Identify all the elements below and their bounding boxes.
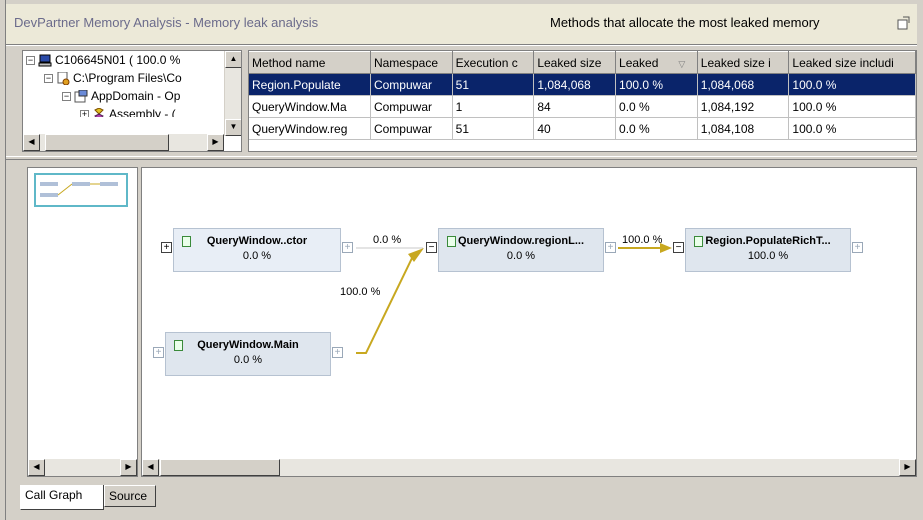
- column-header-method-name[interactable]: Method name: [249, 51, 371, 74]
- table-row[interactable]: Region.Populate Compuwar 51 1,084,068 100.0 …: [249, 73, 916, 96]
- table-row[interactable]: QueryWindow.reg Compuwar 51 40 0.0 % 1,084,10…: [249, 117, 916, 140]
- table-cell: 100.0 %: [788, 73, 916, 96]
- table-cell: 100.0 %: [788, 95, 916, 118]
- tree-vertical-scrollbar[interactable]: ▲ ▼: [224, 51, 241, 136]
- scroll-up-icon[interactable]: ▲: [225, 51, 241, 68]
- graph-node-populate[interactable]: Region.PopulateRichT... 100.0 %: [685, 228, 851, 272]
- tab-call-graph[interactable]: Call Graph: [20, 485, 104, 510]
- column-header-leaked-size-incl[interactable]: Leaked size i: [697, 51, 790, 74]
- collapse-icon[interactable]: −: [26, 56, 35, 66]
- document-gear-icon: [57, 72, 70, 86]
- expand-callees-icon[interactable]: +: [332, 347, 343, 358]
- graph-node-regionl[interactable]: QueryWindow.regionL... 0.0 %: [438, 228, 604, 272]
- splitter[interactable]: [6, 156, 917, 160]
- scroll-right-icon[interactable]: ▶: [207, 134, 224, 151]
- table-cell: 100.0 %: [788, 117, 916, 140]
- table-cell: Region.Populate: [249, 73, 371, 96]
- table-cell: 40: [533, 117, 617, 140]
- graph-overview-pane[interactable]: ◀ ▶: [27, 167, 138, 477]
- graph-horizontal-scrollbar[interactable]: ◀ ▶: [142, 459, 916, 476]
- pin-icon[interactable]: [897, 16, 911, 30]
- tab-source[interactable]: Source: [104, 485, 156, 507]
- process-tree[interactable]: − C106645N01 ( 100.0 % − C:\Program Files\…: [22, 50, 242, 152]
- tree-item-process[interactable]: − C106645N01 ( 100.0 %: [26, 53, 180, 71]
- overview-thumbnail[interactable]: [34, 173, 128, 207]
- collapse-callers-icon[interactable]: −: [426, 242, 437, 253]
- left-border: [0, 0, 6, 520]
- table-cell: QueryWindow.reg: [249, 117, 371, 140]
- table-cell: 100.0 %: [615, 73, 698, 96]
- collapse-icon[interactable]: −: [44, 74, 53, 84]
- overview-horizontal-scrollbar[interactable]: ◀ ▶: [28, 459, 137, 476]
- table-cell: 51: [452, 73, 535, 96]
- sort-descending-icon: ▽: [678, 58, 686, 69]
- scroll-left-icon[interactable]: ◀: [142, 459, 159, 476]
- table-cell: 1,084,068: [533, 73, 617, 96]
- table-row[interactable]: QueryWindow.Ma Compuwar 1 84 0.0 % 1,084,192 1…: [249, 95, 916, 118]
- scroll-left-icon[interactable]: ◀: [28, 459, 45, 476]
- tree-item-assembly[interactable]: + Assembly - (: [80, 107, 176, 117]
- edge-label-ctor: 0.0 %: [373, 234, 402, 246]
- header-bar: DevPartner Memory Analysis - Memory leak…: [6, 4, 917, 44]
- scroll-left-icon[interactable]: ◀: [23, 134, 40, 151]
- edge-label-main: 100.0 %: [340, 286, 381, 298]
- collapse-callers-icon[interactable]: −: [673, 242, 684, 253]
- collapse-icon[interactable]: −: [62, 92, 71, 102]
- call-graph-canvas[interactable]: 0.0 % 100.0 % 100.0 % + QueryWindow..cto…: [141, 167, 917, 477]
- scroll-thumb[interactable]: [160, 459, 280, 476]
- call-graph-edges: [356, 243, 672, 354]
- appdomain-icon: [74, 90, 88, 103]
- computer-icon: [38, 54, 52, 67]
- table-cell: 1,084,108: [697, 117, 790, 140]
- table-cell: Compuwar: [370, 73, 453, 96]
- expand-callers-icon[interactable]: +: [161, 242, 172, 253]
- view-subtitle: Methods that allocate the most leaked me…: [550, 15, 820, 30]
- table-cell: 1,084,068: [697, 73, 790, 96]
- expand-callees-icon[interactable]: +: [342, 242, 353, 253]
- table-cell: 1: [452, 95, 535, 118]
- expand-icon[interactable]: +: [80, 110, 89, 117]
- table-header-row: Method name Namespace Execution c Leaked…: [249, 51, 916, 74]
- scroll-down-icon[interactable]: ▼: [225, 119, 241, 136]
- edge-main-to-regionl[interactable]: [356, 253, 415, 354]
- graph-node-main[interactable]: QueryWindow.Main 0.0 %: [165, 332, 331, 376]
- tree-horizontal-scrollbar[interactable]: ◀ ▶: [23, 134, 224, 151]
- table-cell: Compuwar: [370, 95, 453, 118]
- tree-item-program-files[interactable]: − C:\Program Files\Co: [44, 71, 182, 89]
- edge-label-regionl: 100.0 %: [622, 234, 663, 246]
- expand-callees-icon[interactable]: +: [605, 242, 616, 253]
- tree-item-appdomain[interactable]: − AppDomain - Op: [62, 89, 180, 107]
- methods-table[interactable]: Method name Namespace Execution c Leaked…: [248, 50, 917, 152]
- assembly-icon: [94, 108, 104, 117]
- table-cell: Compuwar: [370, 117, 453, 140]
- window-title: DevPartner Memory Analysis - Memory leak…: [14, 15, 319, 30]
- scroll-right-icon[interactable]: ▶: [120, 459, 137, 476]
- table-cell: 0.0 %: [615, 95, 698, 118]
- column-header-leaked-size-incl-percent[interactable]: Leaked size includi: [788, 51, 916, 74]
- expand-callees-icon[interactable]: +: [852, 242, 863, 253]
- scroll-thumb[interactable]: [45, 134, 169, 151]
- expand-callers-icon[interactable]: +: [153, 347, 164, 358]
- table-cell: 84: [533, 95, 617, 118]
- column-header-execution-count[interactable]: Execution c: [452, 51, 535, 74]
- table-cell: 0.0 %: [615, 117, 698, 140]
- column-header-leaked-size[interactable]: Leaked size: [533, 51, 617, 74]
- table-cell: 51: [452, 117, 535, 140]
- header-separator: [6, 44, 917, 46]
- overview-miniature: [40, 182, 118, 197]
- graph-node-ctor[interactable]: QueryWindow..ctor 0.0 %: [173, 228, 341, 272]
- table-cell: QueryWindow.Ma: [249, 95, 371, 118]
- column-header-leaked-percent[interactable]: Leaked ▽: [615, 51, 698, 74]
- column-header-namespace[interactable]: Namespace: [370, 51, 453, 74]
- table-cell: 1,084,192: [697, 95, 790, 118]
- scroll-right-icon[interactable]: ▶: [899, 459, 916, 476]
